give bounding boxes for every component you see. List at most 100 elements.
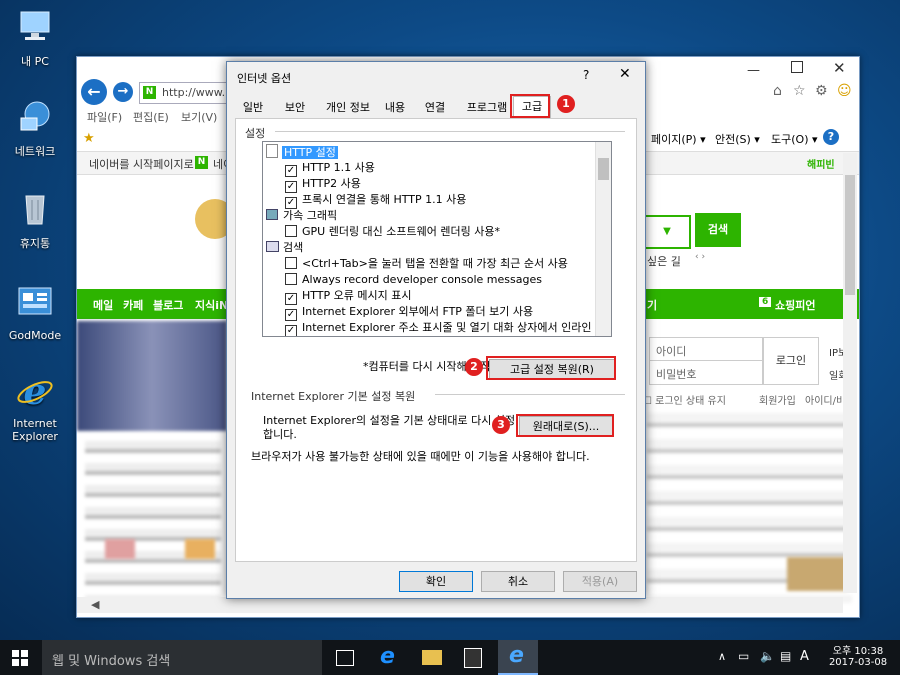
- nav-more[interactable]: 기: [647, 297, 657, 313]
- tab-privacy[interactable]: 개인 정보: [319, 98, 377, 118]
- page-menu[interactable]: 페이지(P) ▾: [651, 131, 706, 147]
- keep-login-checkbox[interactable]: ☐ 로그인 상태 유지: [643, 392, 726, 407]
- menu-edit[interactable]: 편집(E): [133, 109, 169, 125]
- keep-login-label: 로그인 상태 유지: [655, 396, 726, 407]
- back-button[interactable]: ←: [81, 79, 107, 105]
- tab-security[interactable]: 보안: [277, 98, 313, 118]
- tools-menu[interactable]: 도구(O) ▾: [771, 131, 818, 147]
- horizontal-scrollbar[interactable]: ◀: [77, 597, 843, 613]
- id-placeholder: 아이디: [656, 345, 687, 358]
- taskbar-search-box[interactable]: 웹 및 Windows 검색: [42, 640, 322, 675]
- smiley-feedback-icon[interactable]: ☺: [837, 83, 852, 99]
- safety-menu[interactable]: 안전(S) ▾: [715, 131, 760, 147]
- tree-check-inline-autocomplete[interactable]: ✓ Internet Explorer 주소 표시줄 및 열기 대화 상자에서 인…: [285, 320, 605, 336]
- naver-search-button[interactable]: 검색: [695, 213, 741, 247]
- store-icon[interactable]: [464, 648, 482, 668]
- tree-group-graphics[interactable]: 가속 그래픽: [266, 208, 337, 224]
- password-field[interactable]: 비밀번호: [650, 361, 762, 383]
- join-link[interactable]: 회원가입: [759, 392, 796, 407]
- minimize-button[interactable]: —: [747, 63, 760, 78]
- checkbox[interactable]: ✓: [285, 325, 297, 336]
- nav-shopping[interactable]: 쇼핑피언: [775, 297, 815, 313]
- tree-group-browsing[interactable]: 검색: [266, 240, 303, 256]
- vertical-scrollbar[interactable]: [843, 153, 857, 593]
- desktop-icon-internet-explorer[interactable]: e Internet Explorer: [0, 371, 70, 443]
- dialog-help-button[interactable]: ?: [583, 68, 589, 82]
- settings-divider: [275, 131, 625, 132]
- scrollbar-thumb[interactable]: [845, 175, 855, 295]
- settings-gear-icon[interactable]: ⚙: [815, 83, 828, 99]
- clock[interactable]: 오후 10:38 2017-03-08: [826, 642, 890, 668]
- menu-file[interactable]: 파일(F): [87, 109, 122, 125]
- taskbar-ie-button[interactable]: e: [498, 640, 538, 675]
- happybean-link[interactable]: 해피빈: [807, 156, 835, 171]
- tree-check-proxy-http11[interactable]: ✓ 프록시 연결을 통해 HTTP 1.1 사용: [285, 192, 466, 209]
- id-field[interactable]: 아이디: [650, 338, 762, 361]
- nav-kin[interactable]: 지식iN: [195, 297, 228, 313]
- tab-programs[interactable]: 프로그램: [461, 98, 513, 118]
- tree-label: HTTP2 사용: [302, 177, 361, 190]
- tree-label: 검색: [283, 241, 304, 254]
- tree-check-ctrl-tab[interactable]: <Ctrl+Tab>을 눌러 탭을 전환할 때 가장 최근 순서 사용: [285, 256, 568, 272]
- volume-icon[interactable]: 🔈: [760, 649, 775, 663]
- edge-icon[interactable]: e: [380, 644, 395, 669]
- tree-check-gpu[interactable]: GPU 렌더링 대신 소프트웨어 렌더링 사용*: [285, 224, 500, 240]
- nav-mail[interactable]: 메일: [93, 297, 113, 313]
- tree-scrollbar[interactable]: [595, 142, 611, 336]
- favorites-link[interactable]: 네이버를 시작페이지로 ›: [89, 156, 202, 172]
- tree-group-http[interactable]: HTTP 설정: [266, 144, 338, 160]
- tree-scrollbar-thumb[interactable]: [598, 158, 609, 180]
- tab-general[interactable]: 일반: [235, 98, 271, 118]
- password-placeholder: 비밀번호: [656, 368, 697, 381]
- tab-content[interactable]: 내용: [377, 98, 413, 118]
- settings-label: 설정: [245, 127, 266, 140]
- desktop-icon-recycle-bin[interactable]: 휴지통: [0, 190, 70, 251]
- tree-check-http2[interactable]: ✓ HTTP2 사용: [285, 176, 361, 193]
- action-center-icon[interactable]: ▤: [780, 649, 791, 663]
- tray-chevron-icon[interactable]: ∧: [718, 650, 726, 663]
- maximize-button[interactable]: [791, 61, 803, 73]
- checkbox[interactable]: [285, 257, 297, 269]
- nav-blog[interactable]: 블로그: [153, 297, 183, 313]
- network-tray-icon[interactable]: ▭: [738, 649, 749, 663]
- checkbox[interactable]: [285, 273, 297, 285]
- desktop-icon-network[interactable]: 네트워크: [0, 98, 70, 159]
- naver-favicon-icon: N: [195, 156, 208, 169]
- tree-check-http11[interactable]: ✓ HTTP 1.1 사용: [285, 160, 375, 177]
- scroll-left-icon[interactable]: ◀: [91, 598, 99, 611]
- home-icon[interactable]: ⌂: [773, 83, 782, 99]
- help-icon[interactable]: ?: [823, 129, 839, 145]
- apply-button[interactable]: 적용(A): [563, 571, 637, 592]
- clock-time: 오후 10:38: [832, 646, 884, 657]
- close-button[interactable]: ✕: [833, 59, 846, 77]
- desktop-icon-this-pc[interactable]: 내 PC: [0, 8, 70, 69]
- tree-check-dev-console[interactable]: Always record developer console messages: [285, 272, 542, 288]
- internet-explorer-icon: e: [509, 643, 524, 668]
- forward-button[interactable]: →: [113, 82, 133, 102]
- tree-check-ftp[interactable]: ✓ Internet Explorer 외부에서 FTP 폴더 보기 사용: [285, 304, 533, 321]
- favorites-star-icon[interactable]: ☆: [793, 83, 806, 99]
- login-button[interactable]: 로그인: [763, 337, 819, 385]
- tab-connections[interactable]: 연결: [417, 98, 453, 118]
- file-explorer-icon[interactable]: [422, 650, 442, 665]
- find-id-link[interactable]: 아이디/비: [805, 392, 845, 407]
- menu-view[interactable]: 보기(V): [181, 109, 217, 125]
- cancel-button[interactable]: 취소: [481, 571, 555, 592]
- nav-cafe[interactable]: 카페: [123, 297, 143, 313]
- desktop-icon-godmode[interactable]: GodMode: [0, 284, 70, 342]
- tree-check-http-errors[interactable]: ✓ HTTP 오류 메시지 표시: [285, 288, 411, 305]
- ok-button[interactable]: 확인: [399, 571, 473, 592]
- favorites-add-icon[interactable]: ★: [83, 131, 95, 146]
- tree-label: Internet Explorer 주소 표시줄 및 열기 대화 상자에서 인라…: [302, 321, 606, 334]
- ime-indicator[interactable]: A: [800, 649, 809, 664]
- task-view-icon[interactable]: [336, 650, 354, 666]
- tree-label: HTTP 1.1 사용: [302, 161, 375, 174]
- dialog-close-button[interactable]: ✕: [619, 66, 631, 82]
- checkbox[interactable]: [285, 225, 297, 237]
- blurred-thumbnail: [105, 539, 135, 559]
- pager-arrows[interactable]: ‹ ›: [695, 252, 705, 262]
- windows-start-icon[interactable]: [12, 650, 28, 666]
- annotation-box-reset: [516, 414, 614, 437]
- search-dropdown-icon[interactable]: ▼: [645, 215, 691, 249]
- advanced-settings-tree[interactable]: HTTP 설정 ✓ HTTP 1.1 사용 ✓ HTTP2 사용 ✓ 프록시 연결을 …: [262, 141, 612, 337]
